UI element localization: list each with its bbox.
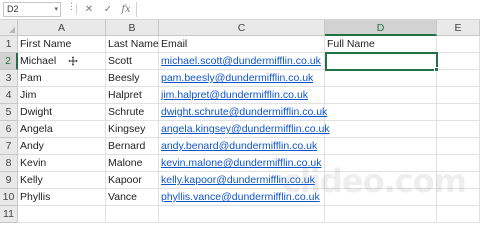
row-header-6[interactable]: 6 <box>0 121 18 138</box>
cell-c6[interactable]: angela.kingsey@dundermifflin.co.uk <box>159 121 330 138</box>
row-header-2[interactable]: 2 <box>0 53 18 70</box>
cell-e2[interactable] <box>437 53 480 70</box>
cell-b9[interactable]: Kapoor <box>106 172 159 189</box>
row-header-8[interactable]: 8 <box>0 155 18 172</box>
cell-a2[interactable]: Michael <box>18 53 106 70</box>
column-header-c[interactable]: C <box>159 20 325 36</box>
cell-e4[interactable] <box>437 87 480 104</box>
cell-c4[interactable]: jim.halpret@dundermifflin.co.uk <box>159 87 325 104</box>
cell-d6[interactable] <box>325 121 437 138</box>
watermark: clideo.com <box>282 162 467 200</box>
formula-bar-divider <box>76 4 77 15</box>
cell-a4[interactable]: Jim <box>18 87 106 104</box>
cell-e3[interactable] <box>437 70 480 87</box>
cell-b11[interactable] <box>106 206 159 223</box>
cell-b1[interactable]: Last Name <box>106 36 159 53</box>
cell-b7[interactable]: Bernard <box>106 138 159 155</box>
cell-a9[interactable]: Kelly <box>18 172 106 189</box>
more-options-icon[interactable]: ⋮ <box>67 1 76 12</box>
cell-b2[interactable]: Scott <box>106 53 159 70</box>
select-all-button[interactable] <box>0 20 18 36</box>
row-header-3[interactable]: 3 <box>0 70 18 87</box>
formula-bar: D2 ▾ ⋮ ✕ ✓ fx <box>0 0 480 20</box>
cell-e6[interactable] <box>437 121 480 138</box>
row-header-5[interactable]: 5 <box>0 104 18 121</box>
row-header-11[interactable]: 11 <box>0 206 18 223</box>
cell-c3[interactable]: pam.beesly@dundermifflin.co.uk <box>159 70 325 87</box>
cell-b3[interactable]: Beesly <box>106 70 159 87</box>
cell-e5[interactable] <box>437 104 480 121</box>
cell-d3[interactable] <box>325 70 437 87</box>
row-header-7[interactable]: 7 <box>0 138 18 155</box>
cell-a5[interactable]: Dwight <box>18 104 106 121</box>
cancel-icon[interactable]: ✕ <box>83 3 95 16</box>
cell-d11[interactable] <box>325 206 437 223</box>
cell-d7[interactable] <box>325 138 437 155</box>
cell-a3[interactable]: Pam <box>18 70 106 87</box>
cell-d4[interactable] <box>325 87 437 104</box>
cell-e11[interactable] <box>437 206 480 223</box>
insert-function-icon[interactable]: fx <box>120 3 132 16</box>
column-header-e[interactable]: E <box>437 20 480 36</box>
cell-c11[interactable] <box>159 206 325 223</box>
cell-b10[interactable]: Vance <box>106 189 159 206</box>
row-header-9[interactable]: 9 <box>0 172 18 189</box>
row-header-10[interactable]: 10 <box>0 189 18 206</box>
column-header-d[interactable]: D <box>325 20 437 36</box>
column-header-b[interactable]: B <box>106 20 159 36</box>
cell-a8[interactable]: Kevin <box>18 155 106 172</box>
fill-handle[interactable] <box>434 67 439 72</box>
move-cursor-icon <box>68 56 78 66</box>
cell-d2[interactable] <box>325 52 438 71</box>
cell-a11[interactable] <box>18 206 106 223</box>
cell-d1[interactable]: Full Name <box>325 36 437 53</box>
row-header-1[interactable]: 1 <box>0 36 18 53</box>
cell-b8[interactable]: Malone <box>106 155 159 172</box>
cell-e7[interactable] <box>437 138 480 155</box>
cell-c2[interactable]: michael.scott@dundermifflin.co.uk <box>159 53 325 70</box>
formula-input[interactable] <box>136 2 480 17</box>
cell-a10[interactable]: Phyllis <box>18 189 106 206</box>
name-box-value: D2 <box>7 4 19 14</box>
enter-icon[interactable]: ✓ <box>102 3 114 16</box>
cell-a6[interactable]: Angela <box>18 121 106 138</box>
cell-e1[interactable] <box>437 36 480 53</box>
cell-b6[interactable]: Kingsey <box>106 121 159 138</box>
cell-c7[interactable]: andy.benard@dundermifflin.co.uk <box>159 138 325 155</box>
cell-c1[interactable]: Email <box>159 36 325 53</box>
cell-a7[interactable]: Andy <box>18 138 106 155</box>
chevron-down-icon[interactable]: ▾ <box>54 3 58 16</box>
cell-c5[interactable]: dwight.schrute@dundermifflin.co.uk <box>159 104 327 121</box>
cell-a1[interactable]: First Name <box>18 36 106 53</box>
cell-b4[interactable]: Halpret <box>106 87 159 104</box>
row-header-4[interactable]: 4 <box>0 87 18 104</box>
column-header-a[interactable]: A <box>18 20 106 36</box>
cell-b5[interactable]: Schrute <box>106 104 159 121</box>
name-box[interactable]: D2 ▾ <box>3 2 61 17</box>
cell-d5[interactable] <box>325 104 437 121</box>
